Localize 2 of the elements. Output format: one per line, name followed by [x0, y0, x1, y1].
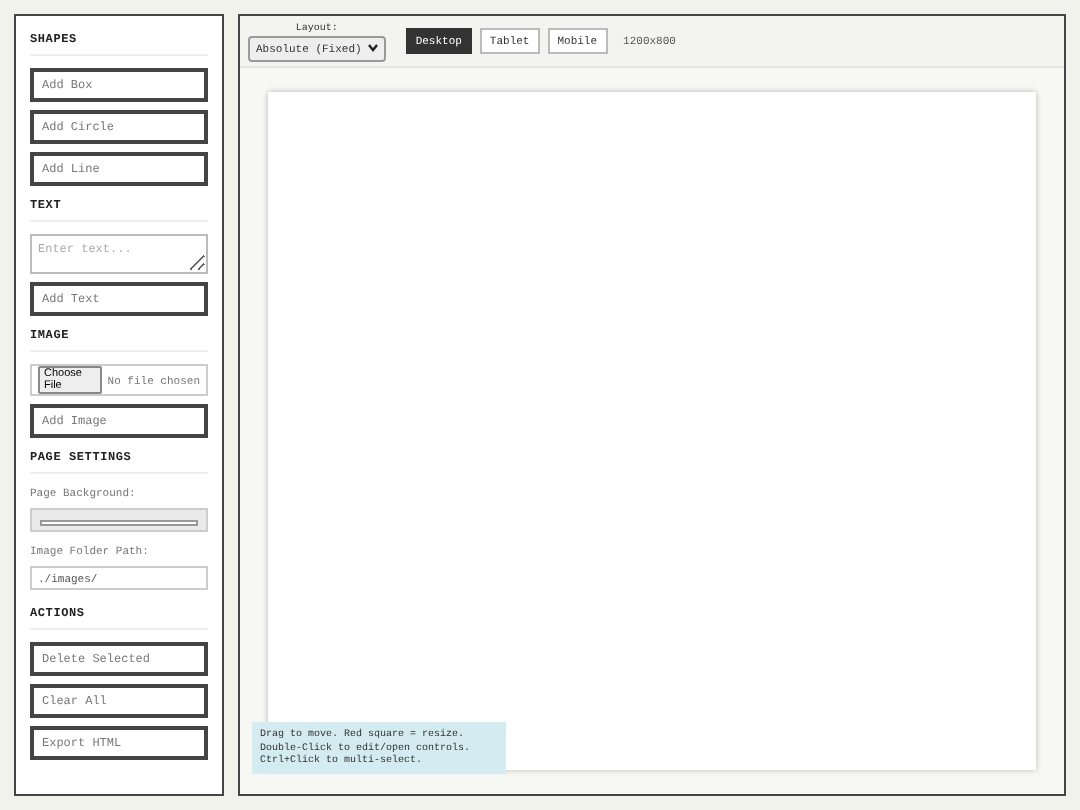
color-picker[interactable] [30, 508, 208, 532]
caret-icon [367, 44, 378, 52]
